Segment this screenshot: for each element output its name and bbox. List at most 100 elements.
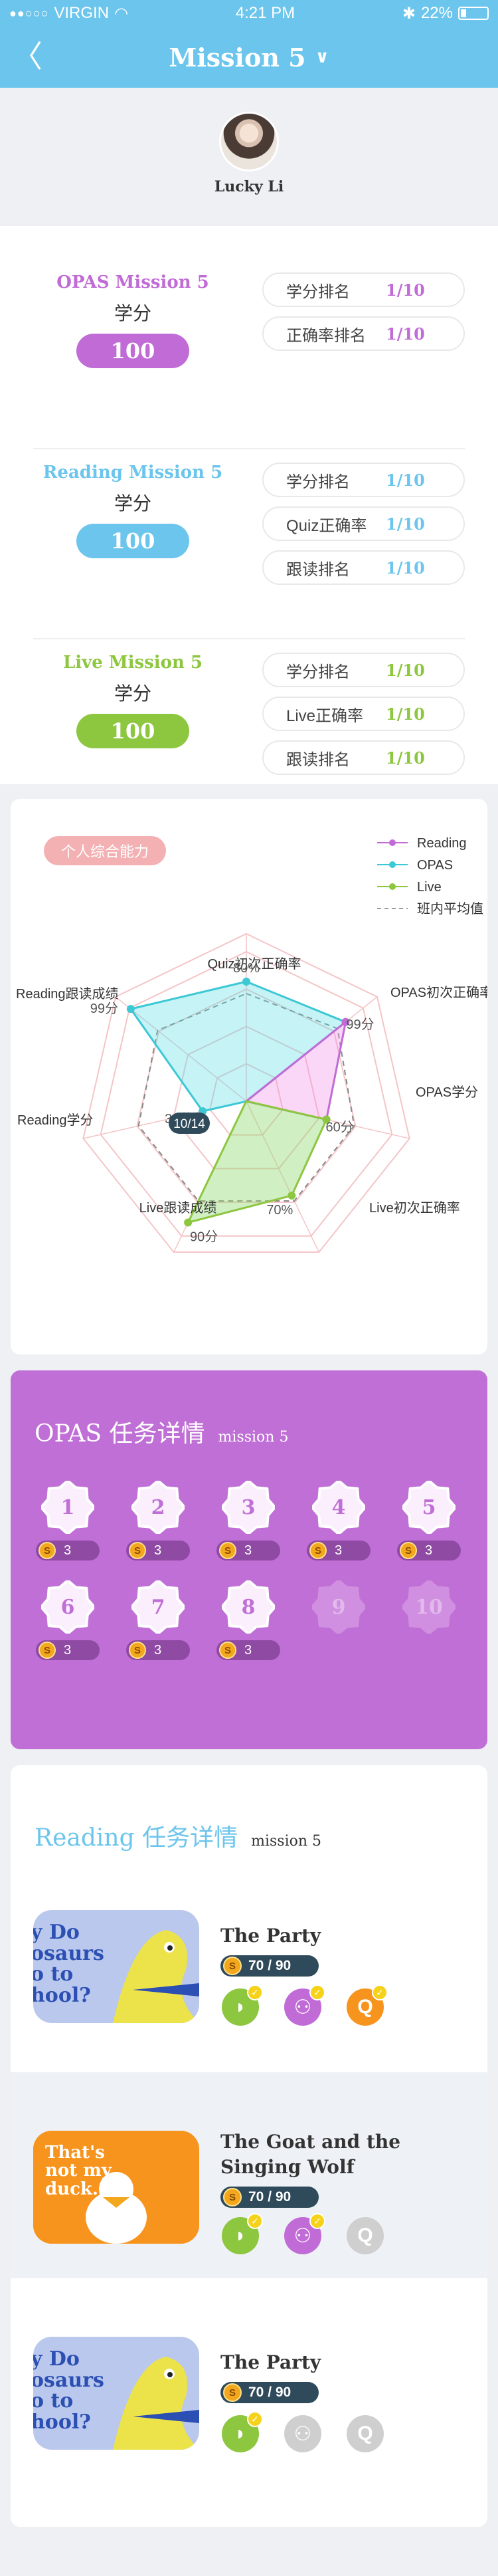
task-number: 5: [422, 1495, 436, 1519]
book-title[interactable]: The Party: [220, 1923, 433, 1949]
coin-count: 3: [244, 1642, 252, 1658]
book-title[interactable]: The Goat and the Singing Wolf: [220, 2129, 433, 2180]
task-badge: 9: [312, 1580, 365, 1634]
axis-label: Reading跟读成绩: [16, 986, 119, 1002]
rank-label: 正确率排名: [286, 326, 366, 345]
point-value-label: 90分: [190, 1229, 218, 1244]
coin-pill: S3: [36, 1541, 100, 1560]
book-activities: ◗ ✓ ⚇ ✓ Q: [222, 2213, 384, 2254]
avatar[interactable]: [219, 112, 279, 171]
nav-bar: 〈 Mission 5 ∨: [0, 27, 498, 88]
mission-summary: OPAS Mission 5 学分 100: [33, 272, 232, 368]
opas-task-item[interactable]: 4 S3: [293, 1481, 384, 1560]
listen-activity-icon[interactable]: ⚇: [284, 2415, 321, 2452]
check-icon: ✓: [372, 1985, 388, 2000]
data-point: [184, 1218, 193, 1227]
book-cover[interactable]: y Do osaurs o to hool?: [33, 1910, 199, 2023]
task-number: 4: [331, 1495, 346, 1519]
book-item[interactable]: That's not my duck... The Goat and the Si…: [11, 2072, 487, 2278]
opas-task-item[interactable]: 1 S3: [23, 1481, 113, 1560]
reading-mission-label: mission 5: [251, 1833, 322, 1850]
book-item[interactable]: y Do osaurs o to hool? The Party S 70 / 90 ◗…: [11, 2278, 487, 2484]
coin-icon: S: [129, 1642, 146, 1659]
task-badge: 10: [402, 1580, 456, 1634]
opas-task-item[interactable]: 9: [293, 1580, 384, 1660]
status-time: 4:21 PM: [235, 4, 295, 22]
mission-row: OPAS Mission 5 学分 100 学分排名 1/10 正确率排名 1/10: [33, 259, 465, 449]
point-value-label: 80%: [233, 961, 260, 976]
coin-count: 3: [244, 1543, 252, 1558]
book-score: S 70 / 90: [220, 2187, 319, 2208]
mission-scores: OPAS Mission 5 学分 100 学分排名 1/10 正确率排名 1/10 Read…: [0, 226, 498, 784]
mission-summary: Live Mission 5 学分 100: [33, 653, 232, 748]
read-activity-icon[interactable]: ◗ ✓: [222, 1985, 263, 2026]
page: ●●○○○ VIRGIN ◠ 4:21 PM ✱ 22% 〈 Mission 5…: [0, 0, 498, 2576]
task-number: 8: [241, 1595, 256, 1619]
mission-credit-label: 学分: [114, 683, 151, 704]
coin-icon: S: [129, 1542, 146, 1559]
status-bar: ●●○○○ VIRGIN ◠ 4:21 PM ✱ 22%: [0, 0, 498, 27]
bluetooth-icon: ✱: [402, 4, 416, 23]
signal-icon: ●●○○○: [9, 6, 49, 20]
read-activity-icon[interactable]: ◗ ✓: [222, 2411, 263, 2452]
quiz-activity-icon[interactable]: Q: [347, 2217, 384, 2254]
opas-task-item[interactable]: 2 S3: [113, 1481, 203, 1560]
rank-pill: 学分排名 1/10: [262, 463, 465, 497]
coin-pill: S3: [126, 1541, 190, 1560]
coin-count: 3: [154, 1543, 162, 1558]
task-number: 1: [60, 1495, 75, 1519]
cover-title: y Do osaurs o to hool?: [33, 2347, 104, 2434]
opas-task-item[interactable]: 3S3: [203, 1481, 293, 1560]
check-icon: ✓: [309, 2213, 325, 2229]
quiz-activity-icon[interactable]: Q: [347, 2415, 384, 2452]
axis-label: Live跟读成绩: [139, 1200, 217, 1216]
radar-chart: Quiz初次正确率OPAS初次正确率OPAS学分Live初次正确率Live跟读成…: [16, 836, 487, 1253]
legend-marker: [389, 861, 396, 868]
top-bar: ●●○○○ VIRGIN ◠ 4:21 PM ✱ 22% 〈 Mission 5…: [0, 0, 498, 88]
rank-value: 1/10: [386, 280, 425, 300]
profile: Lucky Li: [0, 88, 498, 226]
point-value-label: 70%: [266, 1203, 293, 1218]
coin-icon: S: [223, 1957, 242, 1975]
opas-task-item[interactable]: 5 S3: [384, 1481, 474, 1560]
check-icon: ✓: [247, 1985, 263, 2000]
opas-details-card: OPAS 任务详情 mission 5 1S32S33S34S35S36S37S…: [11, 1370, 487, 1749]
opas-mission-label: mission 5: [218, 1429, 289, 1446]
quiz-activity-icon[interactable]: Q ✓: [347, 1985, 388, 2026]
coin-count: 3: [425, 1543, 433, 1558]
book-title[interactable]: The Party: [220, 2350, 433, 2375]
coin-pill: S3: [307, 1541, 371, 1560]
listen-activity-icon[interactable]: ⚇ ✓: [284, 2213, 325, 2254]
mission-credit-label: 学分: [114, 493, 151, 514]
rank-label: Live正确率: [286, 706, 364, 725]
book-score: S 70 / 90: [220, 1955, 319, 1977]
read-activity-icon[interactable]: ◗ ✓: [222, 2213, 263, 2254]
book-score: S 70 / 90: [220, 2382, 319, 2403]
opas-task-item[interactable]: 8 S3: [203, 1580, 293, 1660]
point-value-label: 99分: [90, 1001, 118, 1016]
opas-task-item[interactable]: 6 S3: [23, 1580, 113, 1660]
coin-pill: S3: [216, 1640, 280, 1660]
opas-task-item[interactable]: 7 S3: [113, 1580, 203, 1660]
rank-pill: 跟读排名 1/10: [262, 550, 465, 585]
rank-label: 跟读排名: [286, 560, 350, 579]
book-item[interactable]: y Do osaurs o to hool? The Party S 70 / 90 ◗…: [11, 1852, 487, 2058]
task-badge: 6: [41, 1580, 94, 1634]
battery-icon: [458, 7, 489, 20]
back-icon[interactable]: 〈: [12, 41, 42, 72]
data-point: [288, 1191, 296, 1200]
listen-activity-icon[interactable]: ⚇ ✓: [284, 1985, 325, 2026]
rank-value: 1/10: [386, 660, 425, 680]
book-cover[interactable]: y Do osaurs o to hool?: [33, 2337, 199, 2450]
reading-details-card: Reading 任务详情 mission 5 y Do osaurs o to …: [11, 1765, 487, 2527]
rank-label: 学分排名: [286, 473, 350, 491]
rank-label: Quiz正确率: [286, 516, 367, 535]
rank-pill: 学分排名 1/10: [262, 653, 465, 687]
check-icon: ✓: [247, 2411, 263, 2427]
book-cover[interactable]: That's not my duck...: [33, 2131, 199, 2244]
rank-value: 1/10: [386, 748, 425, 768]
data-point: [242, 978, 250, 986]
page-title: Mission 5: [169, 42, 306, 72]
mission-selector[interactable]: Mission 5 ∨: [169, 43, 329, 72]
opas-task-item[interactable]: 10: [384, 1580, 474, 1660]
